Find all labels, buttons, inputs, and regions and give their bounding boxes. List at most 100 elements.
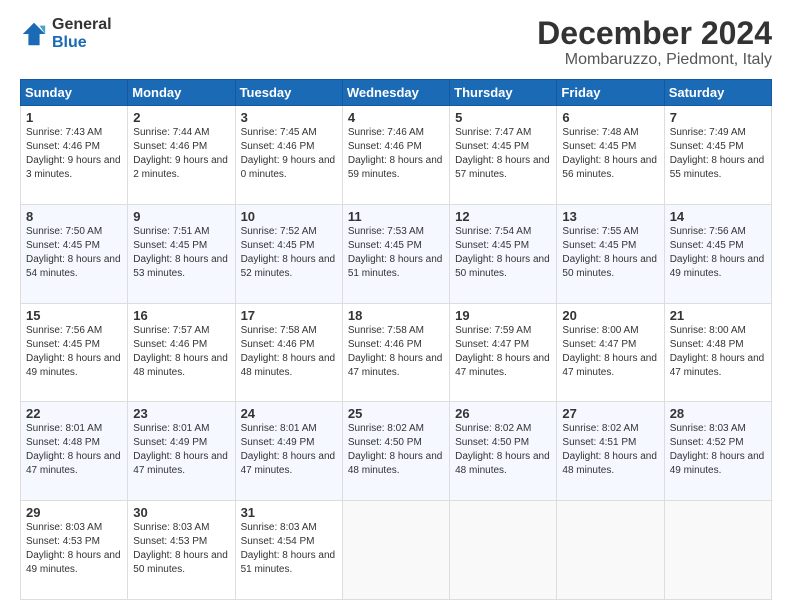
table-row: 4Sunrise: 7:46 AMSunset: 4:46 PMDaylight… — [342, 106, 449, 205]
table-row: 6Sunrise: 7:48 AMSunset: 4:45 PMDaylight… — [557, 106, 664, 205]
day-info: Sunrise: 8:01 AMSunset: 4:48 PMDaylight:… — [26, 422, 122, 478]
day-info: Sunrise: 7:54 AMSunset: 4:45 PMDaylight:… — [455, 225, 551, 281]
day-info: Sunrise: 7:47 AMSunset: 4:45 PMDaylight:… — [455, 126, 551, 182]
table-row: 28Sunrise: 8:03 AMSunset: 4:52 PMDayligh… — [664, 402, 771, 501]
table-row: 18Sunrise: 7:58 AMSunset: 4:46 PMDayligh… — [342, 303, 449, 402]
day-info: Sunrise: 8:02 AMSunset: 4:50 PMDaylight:… — [348, 422, 444, 478]
day-number: 17 — [241, 308, 337, 323]
day-number: 16 — [133, 308, 229, 323]
header-tuesday: Tuesday — [235, 80, 342, 106]
day-number: 20 — [562, 308, 658, 323]
header-thursday: Thursday — [450, 80, 557, 106]
day-info: Sunrise: 7:57 AMSunset: 4:46 PMDaylight:… — [133, 324, 229, 380]
table-row: 22Sunrise: 8:01 AMSunset: 4:48 PMDayligh… — [21, 402, 128, 501]
table-row: 26Sunrise: 8:02 AMSunset: 4:50 PMDayligh… — [450, 402, 557, 501]
day-number: 9 — [133, 209, 229, 224]
day-info: Sunrise: 8:02 AMSunset: 4:50 PMDaylight:… — [455, 422, 551, 478]
table-row: 14Sunrise: 7:56 AMSunset: 4:45 PMDayligh… — [664, 204, 771, 303]
day-number: 19 — [455, 308, 551, 323]
table-row: 19Sunrise: 7:59 AMSunset: 4:47 PMDayligh… — [450, 303, 557, 402]
table-row: 7Sunrise: 7:49 AMSunset: 4:45 PMDaylight… — [664, 106, 771, 205]
table-row: 21Sunrise: 8:00 AMSunset: 4:48 PMDayligh… — [664, 303, 771, 402]
table-row: 23Sunrise: 8:01 AMSunset: 4:49 PMDayligh… — [128, 402, 235, 501]
table-row: 24Sunrise: 8:01 AMSunset: 4:49 PMDayligh… — [235, 402, 342, 501]
day-info: Sunrise: 7:58 AMSunset: 4:46 PMDaylight:… — [241, 324, 337, 380]
day-number: 6 — [562, 110, 658, 125]
day-info: Sunrise: 7:56 AMSunset: 4:45 PMDaylight:… — [670, 225, 766, 281]
calendar-week-row: 22Sunrise: 8:01 AMSunset: 4:48 PMDayligh… — [21, 402, 772, 501]
day-number: 29 — [26, 505, 122, 520]
day-info: Sunrise: 7:44 AMSunset: 4:46 PMDaylight:… — [133, 126, 229, 182]
page: General Blue December 2024 Mombaruzzo, P… — [0, 0, 792, 612]
logo-blue-text: Blue — [52, 34, 87, 51]
day-number: 22 — [26, 406, 122, 421]
table-row: 17Sunrise: 7:58 AMSunset: 4:46 PMDayligh… — [235, 303, 342, 402]
day-number: 4 — [348, 110, 444, 125]
day-number: 14 — [670, 209, 766, 224]
day-info: Sunrise: 7:43 AMSunset: 4:46 PMDaylight:… — [26, 126, 122, 182]
day-number: 23 — [133, 406, 229, 421]
day-info: Sunrise: 7:50 AMSunset: 4:45 PMDaylight:… — [26, 225, 122, 281]
calendar-week-row: 1Sunrise: 7:43 AMSunset: 4:46 PMDaylight… — [21, 106, 772, 205]
table-row: 5Sunrise: 7:47 AMSunset: 4:45 PMDaylight… — [450, 106, 557, 205]
day-info: Sunrise: 8:00 AMSunset: 4:48 PMDaylight:… — [670, 324, 766, 380]
calendar-header-row: Sunday Monday Tuesday Wednesday Thursday… — [21, 80, 772, 106]
day-number: 25 — [348, 406, 444, 421]
table-row: 9Sunrise: 7:51 AMSunset: 4:45 PMDaylight… — [128, 204, 235, 303]
day-number: 1 — [26, 110, 122, 125]
day-number: 26 — [455, 406, 551, 421]
logo-icon — [20, 20, 48, 48]
day-number: 7 — [670, 110, 766, 125]
table-row: 2Sunrise: 7:44 AMSunset: 4:46 PMDaylight… — [128, 106, 235, 205]
day-info: Sunrise: 7:51 AMSunset: 4:45 PMDaylight:… — [133, 225, 229, 281]
table-row: 25Sunrise: 8:02 AMSunset: 4:50 PMDayligh… — [342, 402, 449, 501]
day-number: 2 — [133, 110, 229, 125]
day-number: 18 — [348, 308, 444, 323]
day-number: 5 — [455, 110, 551, 125]
day-info: Sunrise: 7:49 AMSunset: 4:45 PMDaylight:… — [670, 126, 766, 182]
table-row: 30Sunrise: 8:03 AMSunset: 4:53 PMDayligh… — [128, 501, 235, 600]
header: General Blue December 2024 Mombaruzzo, P… — [20, 16, 772, 69]
table-row: 10Sunrise: 7:52 AMSunset: 4:45 PMDayligh… — [235, 204, 342, 303]
table-row: 29Sunrise: 8:03 AMSunset: 4:53 PMDayligh… — [21, 501, 128, 600]
day-number: 10 — [241, 209, 337, 224]
table-row: 16Sunrise: 7:57 AMSunset: 4:46 PMDayligh… — [128, 303, 235, 402]
day-number: 8 — [26, 209, 122, 224]
day-info: Sunrise: 7:52 AMSunset: 4:45 PMDaylight:… — [241, 225, 337, 281]
table-row — [450, 501, 557, 600]
page-title: December 2024 — [537, 16, 772, 51]
header-saturday: Saturday — [664, 80, 771, 106]
day-info: Sunrise: 7:55 AMSunset: 4:45 PMDaylight:… — [562, 225, 658, 281]
table-row: 20Sunrise: 8:00 AMSunset: 4:47 PMDayligh… — [557, 303, 664, 402]
page-subtitle: Mombaruzzo, Piedmont, Italy — [537, 51, 772, 69]
table-row: 31Sunrise: 8:03 AMSunset: 4:54 PMDayligh… — [235, 501, 342, 600]
header-wednesday: Wednesday — [342, 80, 449, 106]
calendar-table: Sunday Monday Tuesday Wednesday Thursday… — [20, 79, 772, 600]
table-row — [664, 501, 771, 600]
day-info: Sunrise: 8:02 AMSunset: 4:51 PMDaylight:… — [562, 422, 658, 478]
day-info: Sunrise: 8:03 AMSunset: 4:52 PMDaylight:… — [670, 422, 766, 478]
header-monday: Monday — [128, 80, 235, 106]
day-info: Sunrise: 7:46 AMSunset: 4:46 PMDaylight:… — [348, 126, 444, 182]
table-row: 3Sunrise: 7:45 AMSunset: 4:46 PMDaylight… — [235, 106, 342, 205]
day-number: 15 — [26, 308, 122, 323]
day-number: 12 — [455, 209, 551, 224]
calendar-week-row: 29Sunrise: 8:03 AMSunset: 4:53 PMDayligh… — [21, 501, 772, 600]
calendar-week-row: 8Sunrise: 7:50 AMSunset: 4:45 PMDaylight… — [21, 204, 772, 303]
table-row: 27Sunrise: 8:02 AMSunset: 4:51 PMDayligh… — [557, 402, 664, 501]
logo: General Blue — [20, 16, 112, 51]
day-number: 31 — [241, 505, 337, 520]
day-info: Sunrise: 7:48 AMSunset: 4:45 PMDaylight:… — [562, 126, 658, 182]
table-row: 1Sunrise: 7:43 AMSunset: 4:46 PMDaylight… — [21, 106, 128, 205]
table-row — [557, 501, 664, 600]
table-row: 8Sunrise: 7:50 AMSunset: 4:45 PMDaylight… — [21, 204, 128, 303]
day-number: 21 — [670, 308, 766, 323]
day-info: Sunrise: 8:03 AMSunset: 4:53 PMDaylight:… — [26, 521, 122, 577]
table-row: 11Sunrise: 7:53 AMSunset: 4:45 PMDayligh… — [342, 204, 449, 303]
table-row — [342, 501, 449, 600]
day-info: Sunrise: 8:03 AMSunset: 4:53 PMDaylight:… — [133, 521, 229, 577]
day-info: Sunrise: 8:01 AMSunset: 4:49 PMDaylight:… — [241, 422, 337, 478]
title-block: December 2024 Mombaruzzo, Piedmont, Ital… — [537, 16, 772, 69]
day-number: 24 — [241, 406, 337, 421]
table-row: 13Sunrise: 7:55 AMSunset: 4:45 PMDayligh… — [557, 204, 664, 303]
